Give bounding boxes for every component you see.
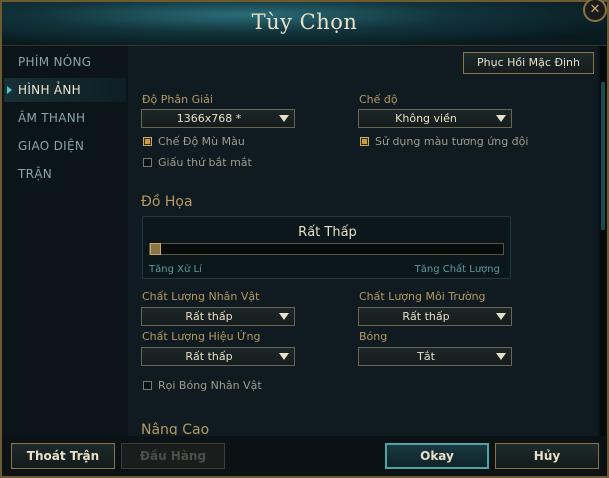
character-quality-value: Rất thấp (185, 310, 233, 323)
checkbox-checked-icon (143, 137, 152, 146)
sidebar: PHÍM NÓNG HÌNH ẢNH ÂM THANH GIAO DIỆN TR… (4, 46, 126, 436)
chevron-down-icon (279, 353, 289, 360)
sidebar-item-video[interactable]: HÌNH ẢNH (4, 78, 126, 102)
window-mode-label: Chế độ (359, 93, 398, 106)
character-inking-checkbox[interactable]: Rọi Bóng Nhân Vật (143, 380, 262, 391)
sidebar-item-sound[interactable]: ÂM THANH (4, 106, 126, 130)
performance-label: Tăng Xử Lí (149, 264, 202, 275)
checkbox-checked-icon (360, 137, 369, 146)
chevron-down-icon (279, 115, 289, 122)
cancel-button[interactable]: Hủy (495, 443, 599, 469)
slider-handle[interactable] (150, 243, 161, 255)
advanced-section-title: Nâng Cao (141, 422, 210, 435)
hide-eye-candy-checkbox[interactable]: Giấu thứ bắt mắt (143, 157, 252, 168)
resolution-value: 1366x768 * (176, 112, 242, 125)
scrollbar-thumb[interactable] (601, 82, 605, 230)
chevron-down-icon (279, 313, 289, 320)
quality-label: Tăng Chất Lượng (414, 264, 500, 275)
graphics-preset-panel: Rất Thấp Tăng Xử Lí Tăng Chất Lượng (142, 216, 511, 279)
graphics-slider[interactable] (149, 243, 504, 255)
chevron-down-icon (496, 353, 506, 360)
window-mode-dropdown[interactable]: Không viền (358, 109, 512, 128)
character-quality-label: Chất Lượng Nhân Vật (142, 290, 260, 303)
chevron-down-icon (496, 313, 506, 320)
options-window: Tùy Chọn ✕ PHÍM NÓNG HÌNH ẢNH ÂM THANH G… (0, 0, 609, 478)
character-inking-label: Rọi Bóng Nhân Vật (158, 379, 262, 392)
shadows-value: Tắt (417, 350, 435, 363)
footer-bar: Thoát Trận Đầu Hàng Okay Hủy (2, 436, 607, 476)
resolution-dropdown[interactable]: 1366x768 * (141, 109, 295, 128)
relative-team-colors-label: Sử dụng màu tương ứng đội (375, 135, 529, 148)
environment-quality-dropdown[interactable]: Rất thấp (358, 307, 512, 326)
title-bar: Tùy Chọn (2, 2, 607, 46)
okay-button[interactable]: Okay (385, 443, 489, 469)
colorblind-checkbox[interactable]: Chế Độ Mù Màu (143, 136, 245, 147)
colorblind-label: Chế Độ Mù Màu (158, 135, 245, 148)
effects-quality-label: Chất Lượng Hiệu Ứng (142, 330, 261, 343)
chevron-down-icon (496, 115, 506, 122)
resolution-label: Độ Phân Giải (142, 93, 213, 106)
sidebar-item-interface[interactable]: GIAO DIỆN (4, 134, 126, 158)
graphics-level-label: Rất Thấp (298, 225, 357, 240)
checkbox-unchecked-icon (143, 381, 152, 390)
sidebar-item-hotkeys[interactable]: PHÍM NÓNG (4, 50, 126, 74)
environment-quality-label: Chất Lượng Môi Trường (359, 290, 486, 303)
shadows-dropdown[interactable]: Tắt (358, 347, 512, 366)
shadows-label: Bóng (359, 330, 388, 343)
window-mode-value: Không viền (395, 112, 457, 125)
graphics-section-title: Đồ Họa (141, 194, 193, 210)
window-title: Tùy Chọn (251, 10, 358, 34)
character-quality-dropdown[interactable]: Rất thấp (141, 307, 295, 326)
surrender-button[interactable]: Đầu Hàng (121, 443, 225, 469)
sidebar-item-game[interactable]: TRẬN (4, 162, 126, 186)
hide-eye-candy-label: Giấu thứ bắt mắt (158, 156, 252, 169)
scrollbar[interactable] (600, 46, 606, 436)
effects-quality-value: Rất thấp (185, 350, 233, 363)
checkbox-unchecked-icon (143, 158, 152, 167)
restore-defaults-button[interactable]: Phục Hồi Mặc Định (463, 52, 594, 74)
exit-game-button[interactable]: Thoát Trận (11, 443, 115, 469)
effects-quality-dropdown[interactable]: Rất thấp (141, 347, 295, 366)
environment-quality-value: Rất thấp (402, 310, 450, 323)
relative-team-colors-checkbox[interactable]: Sử dụng màu tương ứng đội (360, 136, 528, 147)
